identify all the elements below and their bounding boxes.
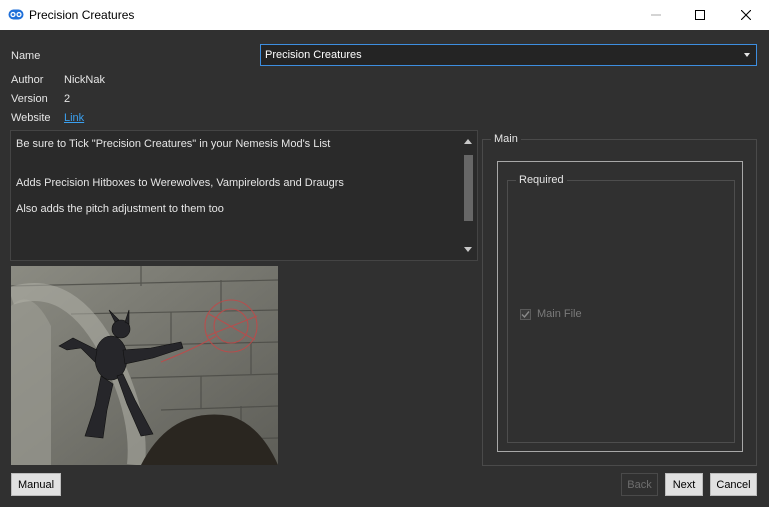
checkbox-box[interactable] xyxy=(520,308,531,320)
description-box[interactable]: Be sure to Tick "Precision Creatures" in… xyxy=(10,130,478,261)
name-dropdown-value: Precision Creatures xyxy=(265,49,362,61)
main-file-checkbox[interactable]: Main File xyxy=(520,308,582,320)
description-text: Be sure to Tick "Precision Creatures" in… xyxy=(16,138,456,216)
required-group: Required Main File xyxy=(507,174,735,443)
main-group-title: Main xyxy=(491,133,521,145)
options-panel: Required Main File xyxy=(497,161,743,452)
description-line: Be sure to Tick "Precision Creatures" in… xyxy=(16,138,331,150)
close-button[interactable] xyxy=(723,0,769,30)
maximize-icon xyxy=(695,10,705,20)
website-link[interactable]: Link xyxy=(64,112,84,124)
version-value: 2 xyxy=(64,93,71,105)
minimize-button[interactable] xyxy=(633,0,679,30)
chevron-down-icon xyxy=(744,53,750,57)
title-bar: Precision Creatures xyxy=(0,0,769,30)
mod-preview-image xyxy=(11,266,278,465)
scroll-up-icon[interactable] xyxy=(464,139,472,144)
close-icon xyxy=(741,10,751,20)
name-label: Name xyxy=(11,50,41,62)
description-scrollbar[interactable] xyxy=(459,131,477,260)
manual-button[interactable]: Manual xyxy=(11,473,61,496)
main-group: Main Required Main File xyxy=(482,133,757,466)
maximize-button[interactable] xyxy=(677,0,723,30)
author-value: NickNak xyxy=(64,74,105,86)
required-group-title: Required xyxy=(516,174,567,186)
main-file-label: Main File xyxy=(537,308,582,320)
name-dropdown[interactable]: Precision Creatures xyxy=(260,44,757,66)
author-label: Author xyxy=(11,74,44,86)
window-title: Precision Creatures xyxy=(29,8,135,22)
description-line: Adds Precision Hitboxes to Werewolves, V… xyxy=(16,177,344,189)
minimize-icon xyxy=(651,14,661,16)
scroll-down-icon[interactable] xyxy=(464,247,472,252)
description-line: Also adds the pitch adjustment to them t… xyxy=(16,203,224,215)
cancel-button[interactable]: Cancel xyxy=(710,473,757,496)
back-button[interactable]: Back xyxy=(621,473,658,496)
next-button[interactable]: Next xyxy=(665,473,703,496)
website-label: Website xyxy=(11,112,51,124)
checkmark-icon xyxy=(521,310,530,318)
version-label: Version xyxy=(11,93,48,105)
scroll-thumb[interactable] xyxy=(464,155,473,221)
app-logo-icon xyxy=(8,9,24,20)
